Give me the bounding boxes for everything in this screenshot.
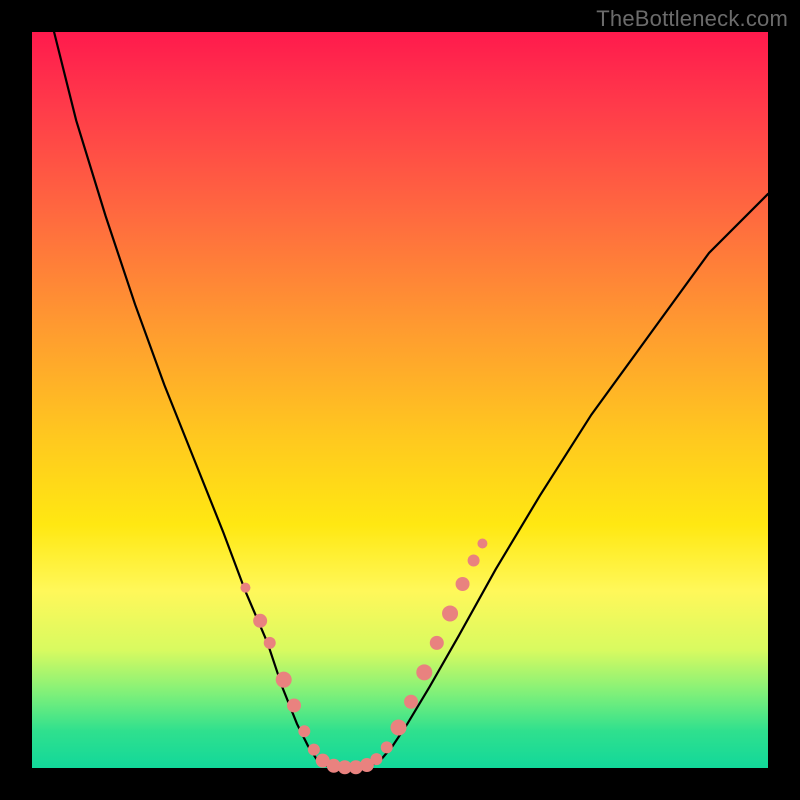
curve-group — [54, 32, 768, 768]
marker-dot — [298, 725, 310, 737]
bottleneck-curve — [54, 32, 768, 768]
marker-dot — [477, 539, 487, 549]
marker-dot — [404, 695, 418, 709]
chart-svg — [32, 32, 768, 768]
marker-dot — [370, 753, 382, 765]
marker-dot — [276, 672, 292, 688]
marker-dot — [240, 583, 250, 593]
marker-dot — [442, 605, 458, 621]
marker-dot — [468, 554, 480, 566]
marker-dot — [391, 720, 407, 736]
chart-frame: TheBottleneck.com — [0, 0, 800, 800]
marker-dot — [381, 741, 393, 753]
marker-dot — [308, 744, 320, 756]
marker-dot — [430, 636, 444, 650]
marker-dot — [287, 698, 301, 712]
marker-dot — [416, 664, 432, 680]
marker-dots — [240, 539, 487, 775]
marker-dot — [456, 577, 470, 591]
watermark-text: TheBottleneck.com — [596, 6, 788, 32]
marker-dot — [253, 614, 267, 628]
marker-dot — [264, 637, 276, 649]
plot-area — [32, 32, 768, 768]
